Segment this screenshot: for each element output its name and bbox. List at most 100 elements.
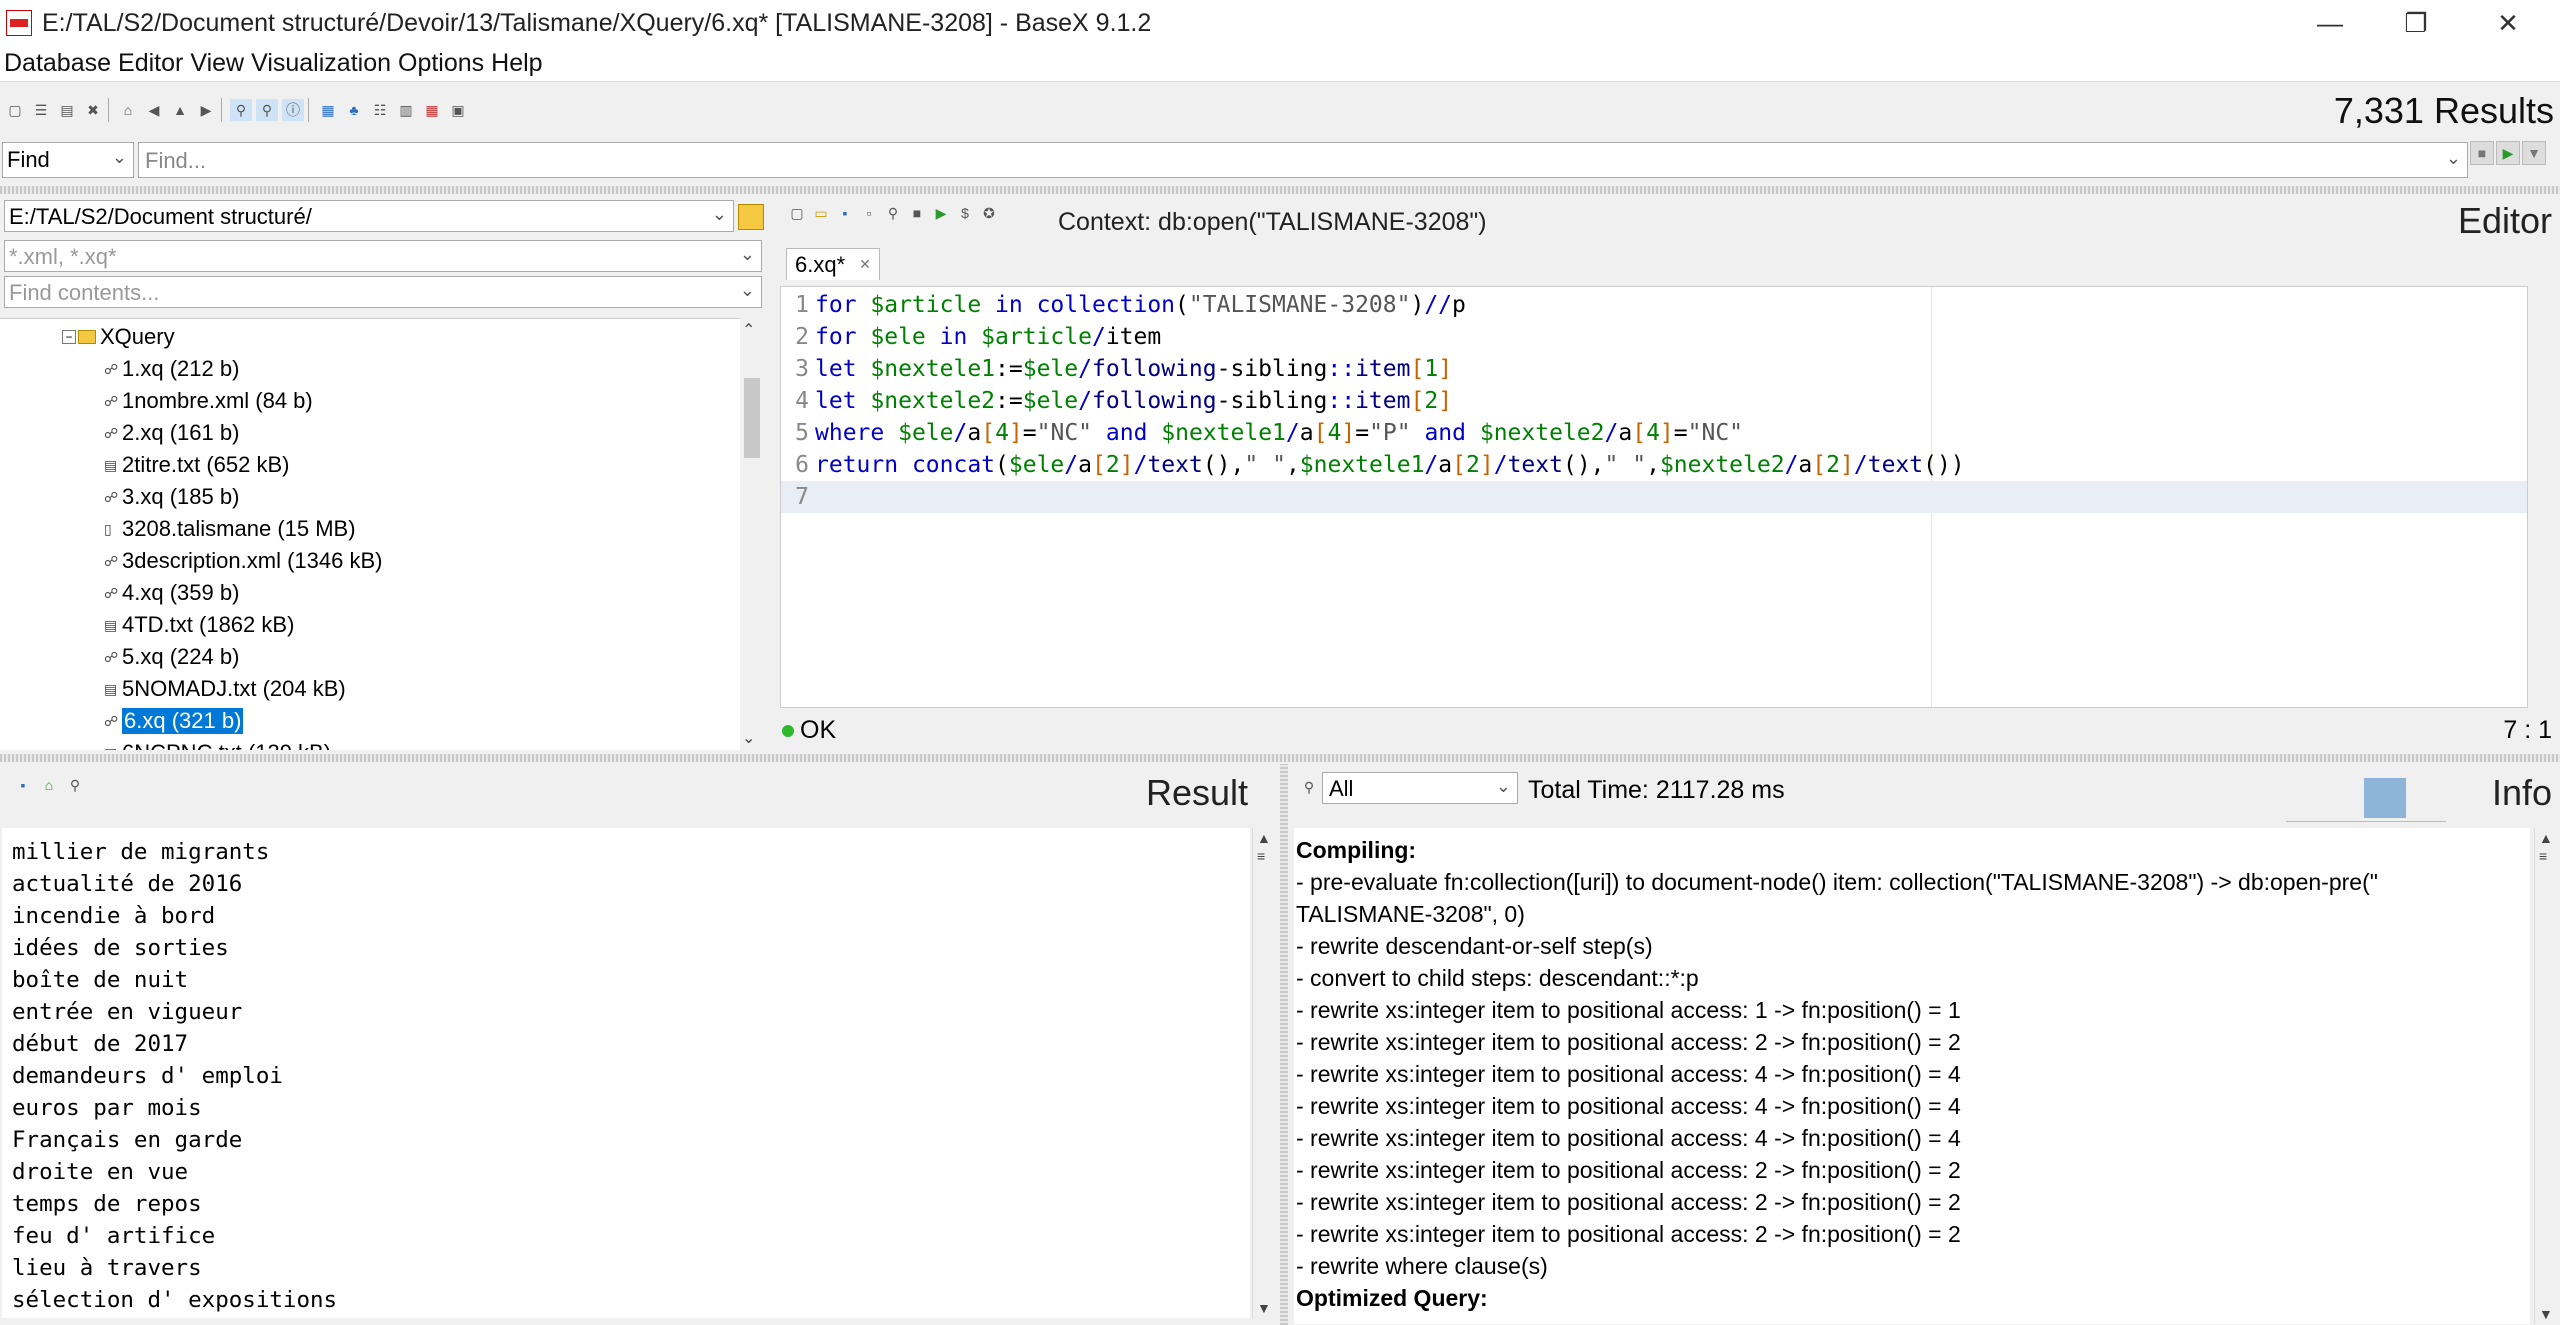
code-token: "P" [1369, 420, 1411, 446]
map-icon[interactable]: ▦ [317, 99, 339, 121]
forward-icon[interactable]: ▶ [195, 99, 217, 121]
find-replace-icon[interactable]: ⚲ [882, 202, 904, 224]
file-label: 2titre.txt (652 kB) [122, 452, 290, 477]
filter-icon[interactable]: ⚲ [230, 99, 252, 121]
code-line[interactable]: 6 return concat($ele / a[2] / text(), " ", $nex… [781, 449, 2527, 481]
panel-splitter[interactable] [0, 186, 2560, 194]
info-icon[interactable]: ⓘ [282, 99, 304, 121]
tree-icon[interactable]: ♣ [343, 99, 365, 121]
stop-icon[interactable]: ■ [906, 202, 928, 224]
tree-file[interactable]: ☍ 1.xq (212 b) [104, 354, 239, 384]
scroll-down-icon[interactable]: ▼ [2539, 1306, 2553, 1322]
info-line: - rewrite xs:integer item to positional … [1296, 1060, 1961, 1087]
menu-view[interactable]: View [186, 49, 247, 78]
variables-icon[interactable]: $ [954, 202, 976, 224]
result-list[interactable]: millier de migrants actualité de 2016 ince… [2, 828, 1250, 1318]
code-line[interactable]: 3 let $nextele1:= $ele / following -sibling::… [781, 353, 2527, 385]
info-scrollbar[interactable]: ▲ ≡ ▼ [2534, 828, 2556, 1324]
close-tab-icon[interactable]: ✕ [859, 256, 871, 273]
search-icon[interactable]: ⚲ [64, 774, 86, 796]
code-token: :: [1327, 388, 1356, 414]
tree-file[interactable]: ▤ 5NOMADJ.txt (204 kB) [104, 674, 346, 704]
close-button[interactable]: ✕ [2462, 0, 2554, 46]
menu-database[interactable]: Database [0, 49, 114, 78]
plot-icon[interactable]: ▥ [395, 99, 417, 121]
run-icon[interactable]: ▶ [2496, 141, 2520, 165]
save-as-icon[interactable]: ▫ [858, 202, 880, 224]
code-token: / [1091, 324, 1106, 350]
tree-file[interactable]: ☍ 5.xq (224 b) [104, 642, 239, 672]
code-line[interactable]: 7 [781, 481, 2527, 513]
scroll-up-icon[interactable]: ▲ [2539, 830, 2553, 846]
tree-file[interactable]: ▤ 4TD.txt (1862 kB) [104, 610, 294, 640]
result-scrollbar[interactable]: ▲ ≡ ▼ [1252, 828, 1274, 1318]
file-filter-input[interactable]: *.xml, *.xq* ⌄ [4, 240, 762, 272]
tree-file[interactable]: ☍ 3.xq (185 b) [104, 482, 239, 512]
save-icon[interactable]: ▪ [12, 774, 34, 796]
code-editor[interactable]: 1 for $article in collection("TALISMANE-3… [780, 286, 2528, 708]
scrollbar-thumb[interactable] [744, 378, 760, 458]
menu-editor[interactable]: Editor [114, 49, 186, 78]
back-icon[interactable]: ◀ [143, 99, 165, 121]
folder-view-icon[interactable]: ☷ [369, 99, 391, 121]
tree-file[interactable]: ☍ 2.xq (161 b) [104, 418, 239, 448]
tab-6-xq[interactable]: 6.xq* ✕ [786, 248, 880, 280]
properties-icon[interactable]: ▤ [56, 99, 78, 121]
find-mode-select[interactable]: Find ⌄ [2, 142, 134, 178]
scrollbar-grip-icon[interactable]: ≡ [1257, 848, 1265, 864]
toolbar-separator [221, 98, 222, 122]
panel-splitter[interactable] [1280, 764, 1288, 1325]
home-icon[interactable]: ⌂ [117, 99, 139, 121]
restore-button[interactable]: ❐ [2370, 0, 2462, 46]
file-label: 1.xq (212 b) [122, 356, 240, 381]
file-tree-scrollbar[interactable]: ⌃ ⌄ [740, 318, 764, 750]
tree-file[interactable]: ▤ 2titre.txt (652 kB) [104, 450, 290, 480]
filter-icon[interactable]: ▼ [2522, 141, 2546, 165]
explorer-icon[interactable]: ▣ [447, 99, 469, 121]
find-input[interactable]: Find... ⌄ [138, 142, 2468, 178]
scroll-down-icon[interactable]: ⌄ [742, 728, 755, 748]
scrollbar-grip-icon[interactable]: ≡ [2539, 848, 2547, 864]
project-path-select[interactable]: E:/TAL/S2/Document structuré/ ⌄ [4, 200, 734, 232]
tree-file[interactable]: ☍ 3description.xml (1346 kB) [104, 546, 382, 576]
stop-icon[interactable]: ■ [2470, 141, 2494, 165]
choose-folder-icon[interactable] [738, 204, 764, 230]
open-file-icon[interactable]: ▭ [810, 202, 832, 224]
tree-file-selected[interactable]: ☍ 6.xq (321 b) [104, 706, 244, 736]
scroll-up-icon[interactable]: ⌃ [742, 320, 755, 340]
code-line[interactable]: 1 for $article in collection("TALISMANE-3… [781, 289, 2527, 321]
code-line[interactable]: 2 for $ele in $article / item [781, 321, 2527, 353]
test-icon[interactable]: ✪ [978, 202, 1000, 224]
panel-splitter[interactable] [0, 754, 2560, 762]
file-label: 6NCPNC.txt (139 kB) [122, 740, 331, 750]
find-contents-input[interactable]: Find contents... ⌄ [4, 276, 762, 308]
scroll-up-icon[interactable]: ▲ [1257, 830, 1271, 846]
scroll-down-icon[interactable]: ▼ [1257, 1300, 1271, 1316]
save-icon[interactable]: ▪ [834, 202, 856, 224]
tree-file[interactable]: ☍ 1nombre.xml (84 b) [104, 386, 313, 416]
code-line[interactable]: 4 let $nextele2:= $ele / following -sibling::… [781, 385, 2527, 417]
tree-file[interactable]: ☍ 4.xq (359 b) [104, 578, 239, 608]
tree-folder-xquery[interactable]: − XQuery [62, 322, 175, 352]
menu-visualization[interactable]: Visualization [247, 49, 394, 78]
close-database-icon[interactable]: ✖ [82, 99, 104, 121]
minimize-button[interactable]: — [2284, 0, 2376, 46]
search-icon[interactable]: ⚲ [1298, 776, 1320, 798]
real-time-icon[interactable]: ⚲ [256, 99, 278, 121]
menu-help[interactable]: Help [487, 49, 545, 78]
table-icon[interactable]: ▦ [421, 99, 443, 121]
info-filter-select[interactable]: All ⌄ [1322, 772, 1518, 804]
tree-file[interactable]: ▯ 3208.talismane (15 MB) [104, 514, 356, 544]
code-token: let [815, 388, 871, 414]
home-icon[interactable]: ⌂ [38, 774, 60, 796]
run-icon[interactable]: ▶ [930, 202, 952, 224]
collapse-icon[interactable]: − [62, 330, 76, 344]
open-database-icon[interactable]: ☰ [30, 99, 52, 121]
new-database-icon[interactable]: ▢ [4, 99, 26, 121]
menu-options[interactable]: Options [394, 49, 487, 78]
info-text[interactable]: Compiling: - pre-evaluate fn:collection([… [1294, 828, 2530, 1324]
tree-file[interactable]: ▤ 6NCPNC.txt (139 kB) [104, 738, 331, 750]
new-file-icon[interactable]: ▢ [786, 202, 808, 224]
up-icon[interactable]: ▲ [169, 99, 191, 121]
code-line[interactable]: 5 where $ele / a[4] = "NC" and $nextele1/a[4]… [781, 417, 2527, 449]
